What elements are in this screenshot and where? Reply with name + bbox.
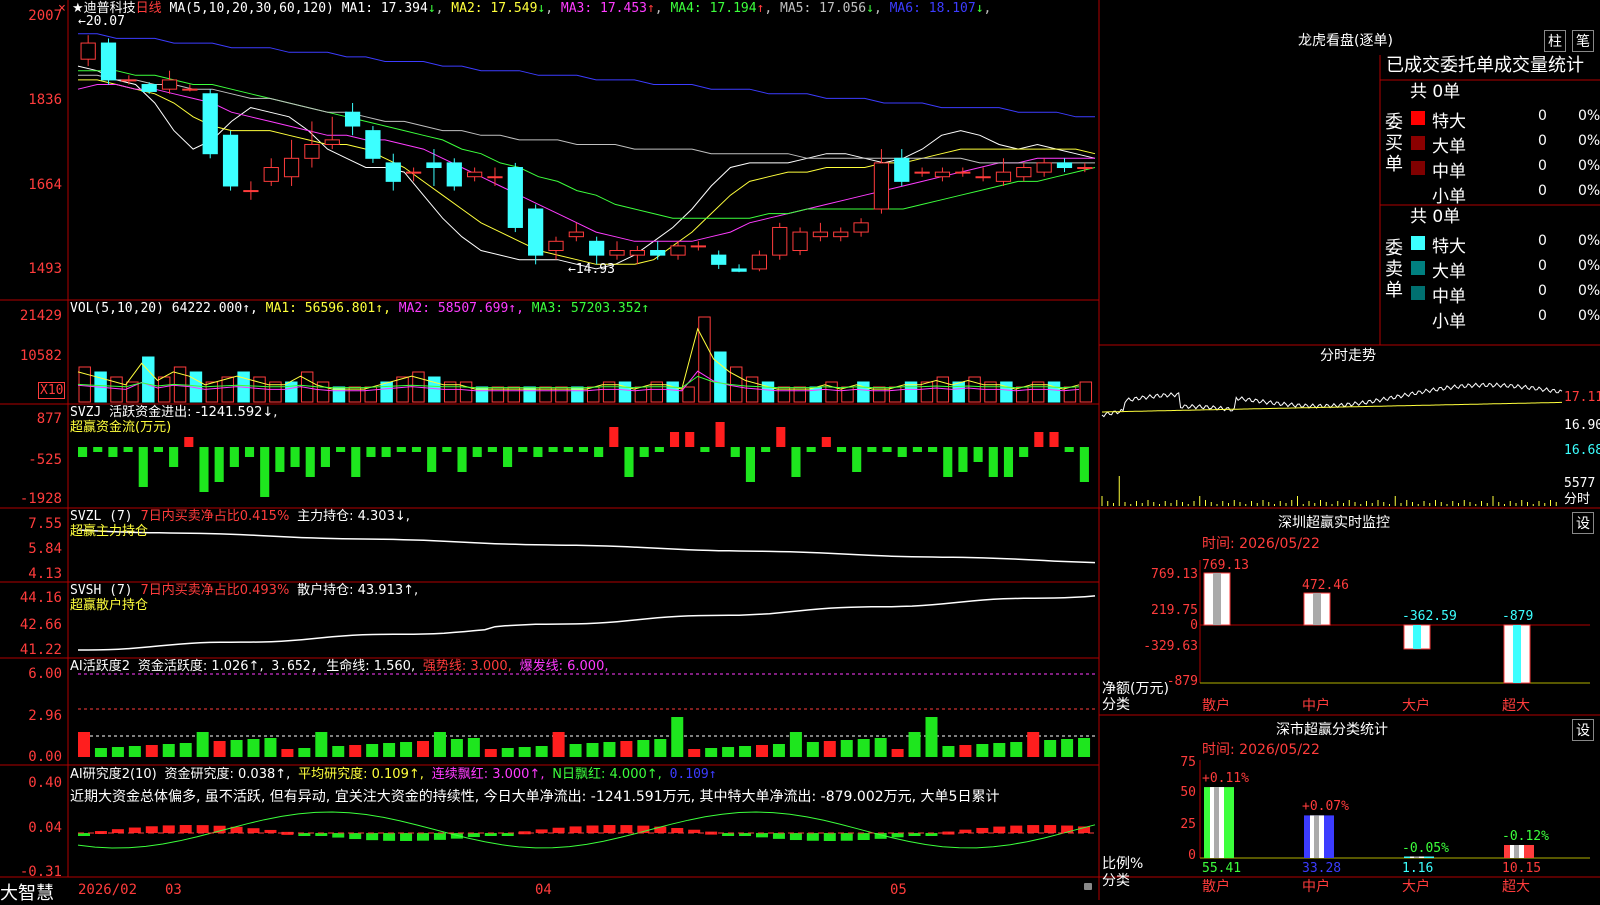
sz-class-category: 超大 — [1502, 879, 1530, 895]
sz-class-change: -0.12% — [1502, 829, 1549, 844]
sz-class-category: 散户 — [1202, 879, 1230, 895]
sz-class-value: 33.28 — [1302, 861, 1342, 876]
sz-class-value: 10.15 — [1502, 861, 1542, 876]
sz-class-value: 55.41 — [1202, 861, 1242, 876]
sz-class-bar-stripe — [1414, 856, 1419, 858]
sz-class-value: 1.16 — [1402, 861, 1434, 876]
sz-class-bar-stripe — [1214, 787, 1219, 858]
sz-class-chart — [1199, 760, 1590, 859]
sz-class-axis-label: 50 — [1180, 785, 1196, 800]
sz-class-category: 中户 — [1302, 879, 1330, 895]
sz-class-axis-label: 0 — [1188, 848, 1196, 863]
sz-class-unit: 比例% — [1102, 856, 1144, 872]
sz-class-change: -0.05% — [1402, 840, 1449, 856]
sz-class-axis-label: 75 — [1180, 755, 1196, 770]
sz-class-change: +0.07% — [1302, 799, 1349, 815]
sz-class-change: +0.11% — [1202, 771, 1249, 787]
sz-class-bar-stripe — [1514, 845, 1519, 858]
sz-class-category: 大户 — [1402, 879, 1430, 895]
sz-class-cat-label: 分类 — [1102, 873, 1130, 889]
sz-class-axis-label: 25 — [1180, 817, 1196, 832]
sz-class-bar-stripe — [1314, 815, 1319, 858]
